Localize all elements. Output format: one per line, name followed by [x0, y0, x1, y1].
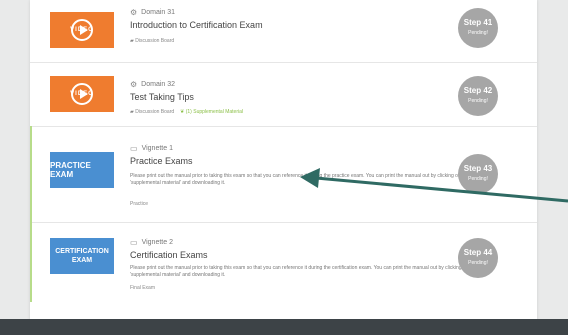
arrow-shaft: [315, 176, 568, 203]
annotation-arrow: [300, 168, 568, 203]
arrow-head: [300, 168, 320, 188]
